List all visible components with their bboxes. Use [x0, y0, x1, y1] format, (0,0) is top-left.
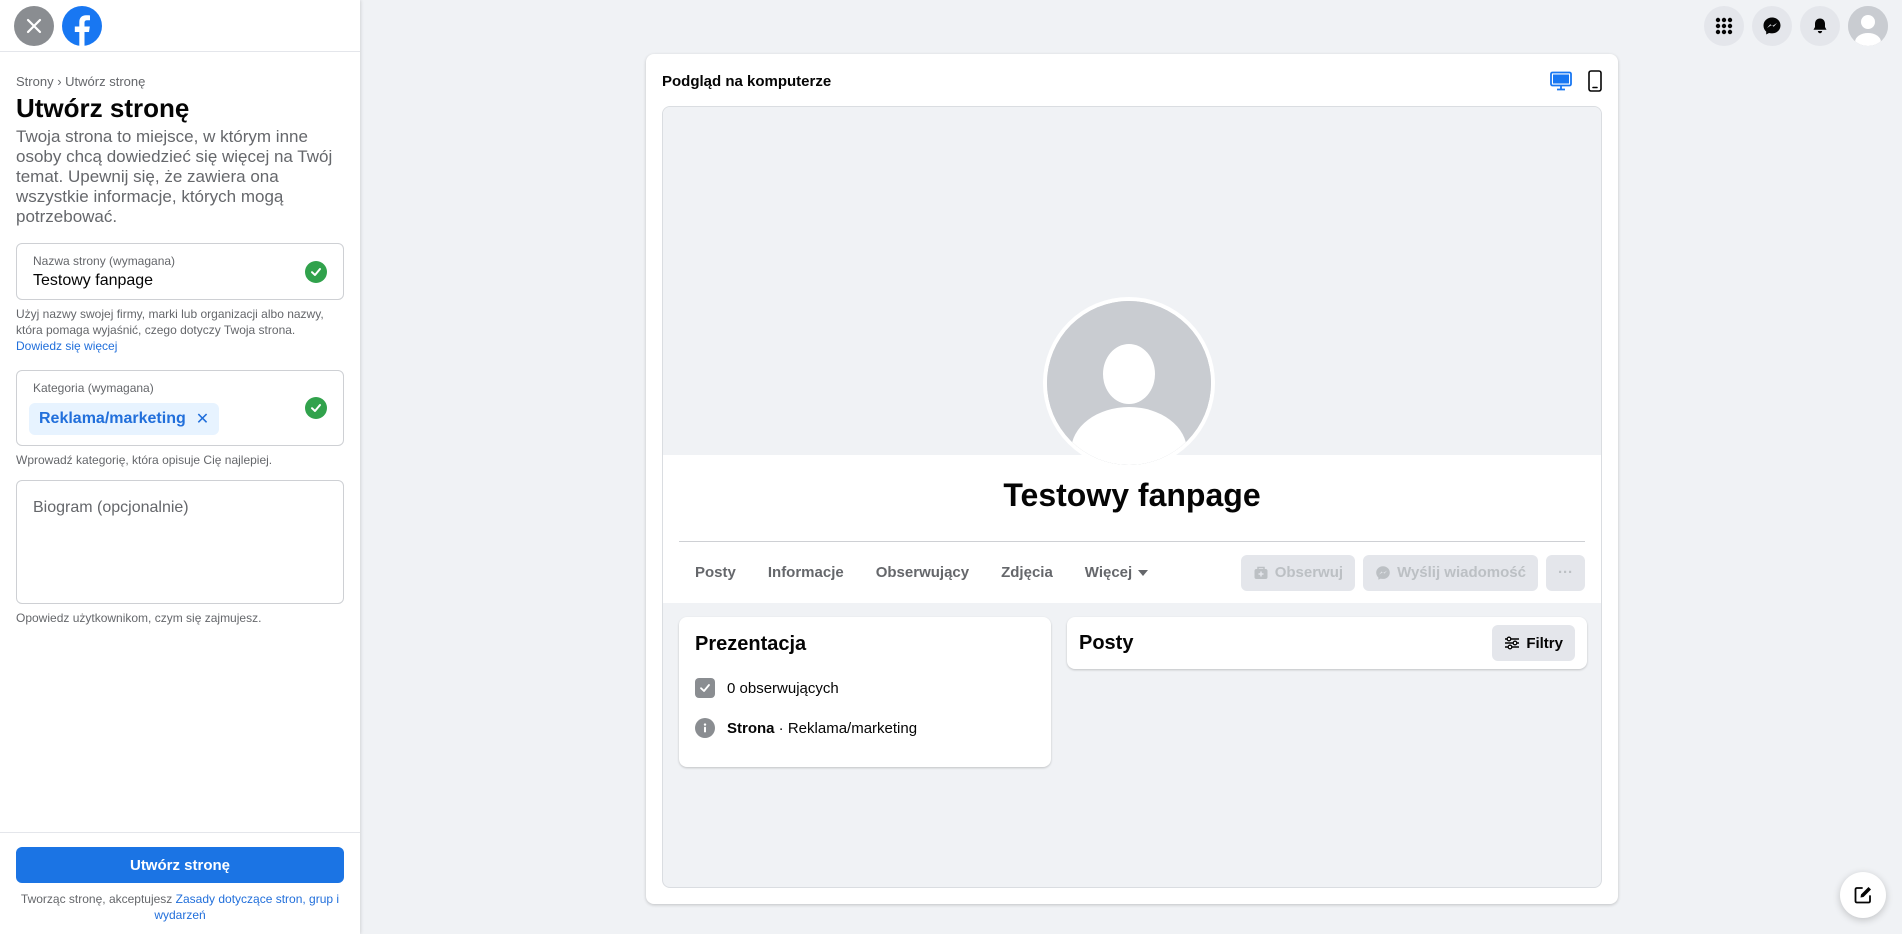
mobile-icon — [1588, 70, 1602, 92]
create-page-button[interactable]: Utwórz stronę — [16, 847, 344, 883]
page-type-row: Strona · Reklama/marketing — [695, 718, 1035, 738]
category-chip[interactable]: Reklama/marketing ✕ — [29, 403, 220, 435]
terms-text: Tworząc stronę, akceptujesz — [20, 892, 173, 906]
preview-header: Podgląd na komputerze — [646, 54, 1618, 108]
follow-label: Obserwuj — [1274, 564, 1344, 581]
category-field[interactable]: Kategoria (wymagana) Reklama/marketing ✕ — [16, 370, 344, 446]
bio-field[interactable] — [16, 480, 344, 604]
panel-footer: Utwórz stronę Tworząc stronę, akceptujes… — [0, 832, 360, 934]
panel-content: Strony › Utwórz stronę Utwórz stronę Two… — [0, 52, 360, 626]
messenger-icon — [1763, 17, 1781, 35]
close-button[interactable] — [14, 5, 54, 46]
followers-count: 0 obserwujących — [727, 679, 839, 697]
check-icon — [305, 260, 327, 283]
category-label: Kategoria (wymagana) — [33, 381, 154, 395]
tab-more[interactable]: Więcej — [1069, 564, 1164, 581]
send-message-label: Wyślij wiadomość — [1397, 564, 1526, 581]
more-options-button[interactable]: ··· — [1546, 554, 1585, 591]
breadcrumb-separator: › — [57, 74, 62, 89]
mobile-view-button[interactable] — [1588, 70, 1602, 92]
follow-button[interactable]: Obserwuj — [1240, 554, 1356, 591]
desktop-preview-card: Podgląd na komputerze Testowy fanpage Po… — [646, 54, 1618, 904]
avatar-icon — [1848, 6, 1888, 46]
facebook-logo[interactable] — [62, 5, 102, 46]
followers-check-icon — [695, 678, 715, 698]
profile-placeholder-icon — [1047, 301, 1211, 465]
panel-header — [0, 0, 360, 52]
create-page-panel: Strony › Utwórz stronę Utwórz stronę Two… — [0, 0, 360, 934]
page-category: · Reklama/marketing — [774, 719, 918, 737]
device-toggle — [1550, 70, 1602, 92]
new-message-button[interactable] — [1840, 872, 1886, 918]
page-preview-frame: Testowy fanpage Posty Informacje Obserwu… — [662, 106, 1602, 888]
breadcrumb-parent[interactable]: Strony — [16, 74, 54, 89]
facebook-f-icon — [74, 14, 90, 46]
page-name-helper: Użyj nazwy swojej firmy, marki lub organ… — [16, 306, 344, 354]
category-chip-label: Reklama/marketing — [39, 410, 186, 427]
preview-title: Podgląd na komputerze — [662, 72, 832, 90]
terms-note: Tworząc stronę, akceptujesz Zasady dotyc… — [16, 891, 344, 923]
remove-category-icon[interactable]: ✕ — [196, 409, 209, 429]
posts-title: Posty — [1079, 631, 1134, 654]
page-name-field[interactable]: Nazwa strony (wymagana) Testowy fanpage — [16, 243, 344, 300]
intro-title: Prezentacja — [695, 633, 807, 655]
compose-icon — [1854, 887, 1871, 904]
learn-more-link[interactable]: Dowiedz się więcej — [16, 339, 117, 353]
info-icon — [695, 718, 715, 738]
tab-followers[interactable]: Obserwujący — [860, 564, 985, 581]
send-message-button[interactable]: Wyślij wiadomość — [1363, 554, 1538, 591]
notifications-button[interactable] — [1800, 6, 1840, 46]
page-type-label: Strona — [727, 719, 775, 737]
account-avatar[interactable] — [1848, 6, 1888, 46]
check-icon — [305, 397, 327, 419]
caret-down-icon — [1138, 569, 1149, 576]
profile-header: Testowy fanpage Posty Informacje Obserwu… — [663, 297, 1601, 603]
terms-link[interactable]: Zasady dotyczące stron, grup i wydarzeń — [154, 892, 339, 922]
posts-card: Posty Filtry — [1067, 617, 1587, 669]
notifications-icon — [1813, 18, 1827, 34]
page-name-input[interactable]: Testowy fanpage — [33, 272, 327, 290]
filters-label: Filtry — [1526, 634, 1563, 652]
followers-row: 0 obserwujących — [695, 678, 1035, 698]
tab-photos[interactable]: Zdjęcia — [985, 564, 1069, 581]
category-helper: Wprowadź kategorię, która opisuje Cię na… — [16, 453, 273, 467]
close-icon — [26, 18, 42, 33]
bio-helper: Opowiedz użytkownikom, czym się zajmujes… — [16, 611, 262, 625]
follow-icon — [1254, 566, 1268, 579]
desktop-view-button[interactable] — [1550, 71, 1572, 91]
top-nav-actions — [1704, 6, 1888, 46]
filters-button[interactable]: Filtry — [1492, 625, 1575, 661]
page-name-helper-text: Użyj nazwy swojej firmy, marki lub organ… — [16, 307, 324, 337]
menu-button[interactable] — [1704, 6, 1744, 46]
intro-card: Prezentacja 0 obserwujących Strona · Rek… — [679, 617, 1051, 767]
breadcrumb-current: Utwórz stronę — [65, 74, 146, 89]
tab-more-label: Więcej — [1084, 564, 1133, 581]
page-actions: Obserwuj Wyślij wiadomość ··· — [1240, 554, 1585, 591]
menu-grid-icon — [1715, 17, 1733, 35]
filters-icon — [1505, 636, 1520, 650]
more-options-icon: ··· — [1558, 564, 1573, 581]
desktop-icon — [1550, 71, 1572, 91]
profile-picture — [1043, 297, 1215, 469]
tab-about[interactable]: Informacje — [752, 564, 860, 581]
page-tabs: Posty Informacje Obserwujący Zdjęcia Wię… — [679, 541, 1585, 603]
page-title: Utwórz stronę — [16, 93, 190, 123]
bio-input[interactable] — [33, 499, 327, 587]
page-name-label: Nazwa strony (wymagana) — [33, 254, 176, 268]
page-description: Twoja strona to miejsce, w którym inne o… — [16, 127, 333, 226]
tab-posts[interactable]: Posty — [679, 564, 752, 581]
breadcrumb: Strony › Utwórz stronę — [16, 74, 344, 89]
page-name-heading: Testowy fanpage — [1003, 477, 1261, 513]
messenger-button[interactable] — [1752, 6, 1792, 46]
messenger-icon — [1376, 565, 1390, 580]
